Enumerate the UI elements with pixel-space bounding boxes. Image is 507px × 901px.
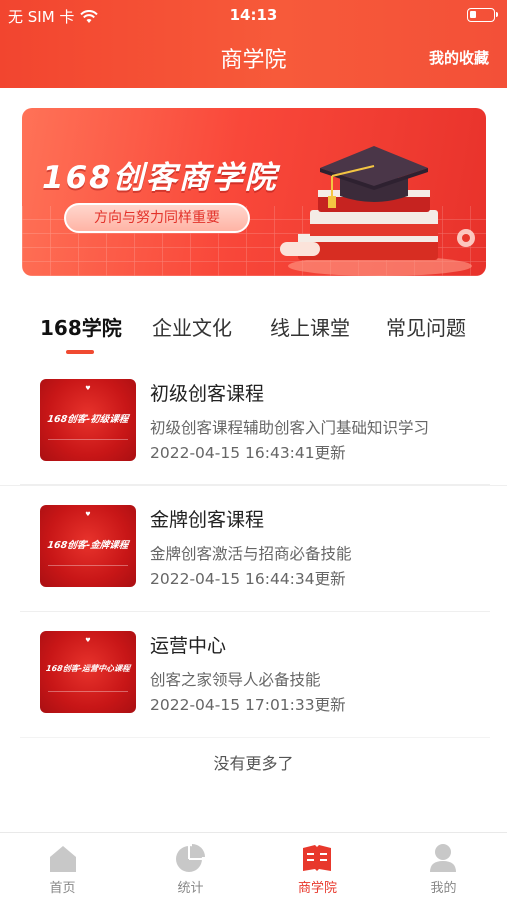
tabbar-label-home: 首页 bbox=[49, 881, 76, 896]
tabbar-item-home[interactable]: 首页 bbox=[0, 833, 127, 901]
course-description: 创客之家领导人必备技能 bbox=[150, 671, 321, 689]
my-favorites-button[interactable]: 我的收藏 bbox=[429, 47, 489, 68]
tabbar-item-academy[interactable]: 商学院 bbox=[254, 833, 381, 901]
battery-icon bbox=[467, 8, 498, 22]
banner-subtitle: 方向与努力同样重要 bbox=[64, 203, 250, 233]
thumbnail-title: 168创客-初级课程 bbox=[46, 414, 129, 425]
course-updated-time: 2022-04-15 16:44:34更新 bbox=[150, 570, 346, 588]
tab-faq[interactable]: 常见问题 bbox=[386, 312, 466, 341]
promo-banner[interactable]: 168创客商学院 方向与努力同样重要 bbox=[22, 108, 486, 276]
banner-title: 168创客商学院 bbox=[42, 160, 278, 196]
list-item[interactable]: ♥ 168创客-运营中心课程 运营中心 创客之家领导人必备技能 2022-04-… bbox=[0, 612, 507, 738]
thumbnail-divider bbox=[48, 565, 128, 566]
pie-chart-icon bbox=[176, 844, 205, 872]
course-updated-time: 2022-04-15 17:01:33更新 bbox=[150, 696, 346, 714]
list-item[interactable]: ♥ 168创客-初级课程 初级创客课程 初级创客课程辅助创客入门基础知识学习 2… bbox=[0, 360, 507, 486]
tabbar-label-me: 我的 bbox=[430, 881, 457, 896]
thumbnail-logo: ♥ bbox=[85, 637, 91, 644]
graduation-books-illustration bbox=[280, 146, 475, 276]
thumbnail-divider bbox=[48, 691, 128, 692]
bottom-tab-bar: 首页 统计 商学院 我的 bbox=[0, 832, 507, 900]
tab-online-classroom[interactable]: 线上课堂 bbox=[270, 312, 350, 341]
thumbnail-logo: ♥ bbox=[85, 385, 91, 392]
status-time: 14:13 bbox=[229, 6, 278, 24]
active-tab-indicator bbox=[66, 350, 94, 354]
course-title: 运营中心 bbox=[150, 635, 227, 657]
course-title: 初级创客课程 bbox=[150, 383, 265, 405]
tabbar-label-academy: 商学院 bbox=[297, 881, 337, 896]
thumbnail-title: 168创客-金牌课程 bbox=[46, 540, 129, 551]
course-thumbnail: ♥ 168创客-初级课程 bbox=[40, 379, 136, 461]
user-icon bbox=[430, 844, 456, 872]
thumbnail-title: 168创客-运营中心课程 bbox=[45, 664, 131, 673]
divider bbox=[20, 737, 490, 738]
app-header: 无 SIM 卡 14:13 商学院 我的收藏 bbox=[0, 0, 507, 88]
divider bbox=[20, 484, 490, 485]
tabbar-label-stats: 统计 bbox=[177, 881, 204, 896]
course-title: 金牌创客课程 bbox=[150, 509, 265, 531]
thumbnail-logo: ♥ bbox=[85, 511, 91, 518]
tab-corporate-culture[interactable]: 企业文化 bbox=[152, 312, 232, 341]
tabbar-item-stats[interactable]: 统计 bbox=[127, 833, 254, 901]
tabbar-item-me[interactable]: 我的 bbox=[380, 833, 507, 901]
course-thumbnail: ♥ 168创客-金牌课程 bbox=[40, 505, 136, 587]
status-bar: 无 SIM 卡 14:13 bbox=[0, 0, 507, 30]
thumbnail-divider bbox=[48, 439, 128, 440]
home-icon bbox=[50, 846, 76, 872]
list-item[interactable]: ♥ 168创客-金牌课程 金牌创客课程 金牌创客激活与招商必备技能 2022-0… bbox=[0, 486, 507, 612]
course-thumbnail: ♥ 168创客-运营中心课程 bbox=[40, 631, 136, 713]
course-description: 初级创客课程辅助创客入门基础知识学习 bbox=[150, 419, 430, 437]
course-updated-time: 2022-04-15 16:43:41更新 bbox=[150, 444, 346, 462]
book-icon bbox=[303, 845, 331, 871]
course-description: 金牌创客激活与招商必备技能 bbox=[150, 545, 352, 563]
tab-168-academy[interactable]: 168学院 bbox=[40, 312, 122, 341]
list-end-text: 没有更多了 bbox=[213, 754, 294, 773]
